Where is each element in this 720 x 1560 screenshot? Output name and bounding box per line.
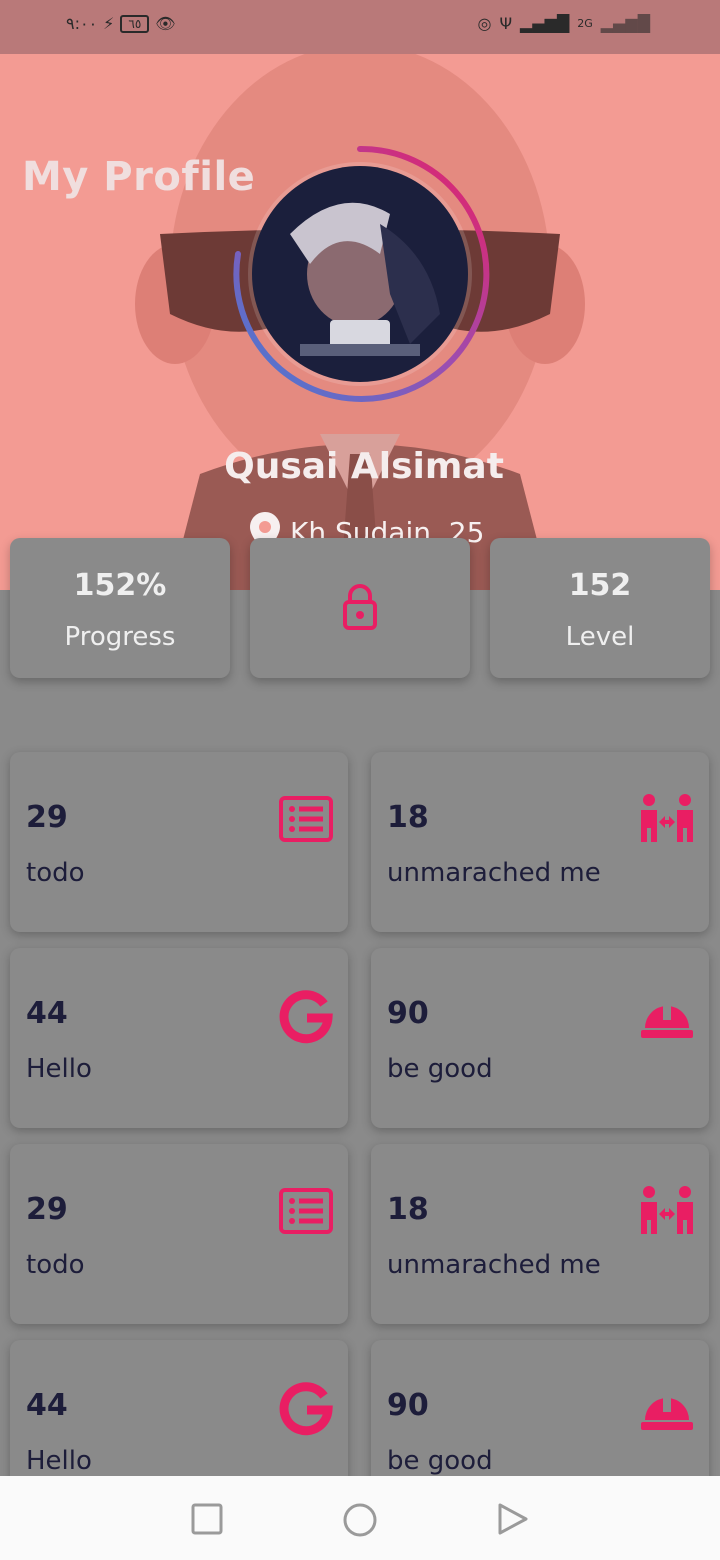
lock-icon <box>343 584 377 630</box>
card-label: todo <box>26 1250 85 1280</box>
card-number: 18 <box>387 800 429 835</box>
hard-hat-icon <box>641 1004 693 1038</box>
card-label: be good <box>387 1054 493 1084</box>
lock-stat-card[interactable] <box>250 538 470 678</box>
card-label: unmarached me <box>387 858 601 888</box>
home-button[interactable] <box>342 1502 378 1538</box>
whatsapp-icon: ◎ <box>477 14 492 33</box>
progress-value: 152% <box>73 568 167 603</box>
system-nav-bar <box>0 1476 720 1560</box>
card-number: 18 <box>387 1192 429 1227</box>
hard-hat-icon <box>641 1396 693 1430</box>
back-button[interactable] <box>496 1502 530 1536</box>
card-label: Hello <box>26 1054 92 1084</box>
eye-icon: 👁 <box>155 14 176 33</box>
avatar-container[interactable] <box>230 144 490 404</box>
card-number: 44 <box>26 996 68 1031</box>
progress-ring <box>233 145 490 402</box>
charging-icon: ⚡ <box>103 14 115 33</box>
recent-apps-button[interactable] <box>190 1502 224 1536</box>
status-bar: ٩:٠٠ ⚡ ٦٥ 👁 ◎ Ψ ▂▄▆█ 2G ▂▄▆█ <box>0 0 720 54</box>
card-number: 29 <box>26 800 68 835</box>
card-hello[interactable]: 44 Hello <box>10 948 348 1128</box>
battery-icon: ٦٥ <box>120 14 150 33</box>
clock: ٩:٠٠ <box>66 14 98 33</box>
card-label: unmarached me <box>387 1250 601 1280</box>
card-number: 29 <box>26 1192 68 1227</box>
user-name: Qusai Alsimat <box>224 446 504 487</box>
card-label: todo <box>26 858 85 888</box>
progress-label: Progress <box>64 622 176 652</box>
signal-icon: ▂▄▆█ <box>520 14 570 33</box>
card-number: 90 <box>387 1388 429 1423</box>
list-alt-icon <box>279 796 333 842</box>
list-alt-icon <box>279 1188 333 1234</box>
profile-header: My Profile Qusai Alsimat Kh Sudain ,25 <box>0 54 720 590</box>
card-unmatched[interactable]: 18 unmarached me <box>371 752 709 932</box>
battery-level: ٦٥ <box>128 16 142 31</box>
card-label: Hello <box>26 1446 92 1476</box>
card-be-good[interactable]: 90 be good <box>371 948 709 1128</box>
google-icon <box>279 1382 333 1436</box>
network-type: 2G <box>577 17 593 30</box>
card-todo[interactable]: 29 todo <box>10 1144 348 1324</box>
card-todo[interactable]: 29 todo <box>10 752 348 932</box>
card-number: 90 <box>387 996 429 1031</box>
card-unmatched[interactable]: 18 unmarached me <box>371 1144 709 1324</box>
progress-stat-card[interactable]: 152% Progress <box>10 538 230 678</box>
card-label: be good <box>387 1446 493 1476</box>
signal-icon-2: ▂▄▆█ <box>600 14 650 33</box>
level-value: 152 <box>568 568 632 603</box>
google-icon <box>279 990 333 1044</box>
card-number: 44 <box>26 1388 68 1423</box>
level-stat-card[interactable]: 152 Level <box>490 538 710 678</box>
page-title: My Profile <box>22 154 256 200</box>
people-arrows-icon <box>641 1186 693 1234</box>
level-label: Level <box>565 622 635 652</box>
usb-icon: Ψ <box>499 14 513 33</box>
people-arrows-icon <box>641 794 693 842</box>
